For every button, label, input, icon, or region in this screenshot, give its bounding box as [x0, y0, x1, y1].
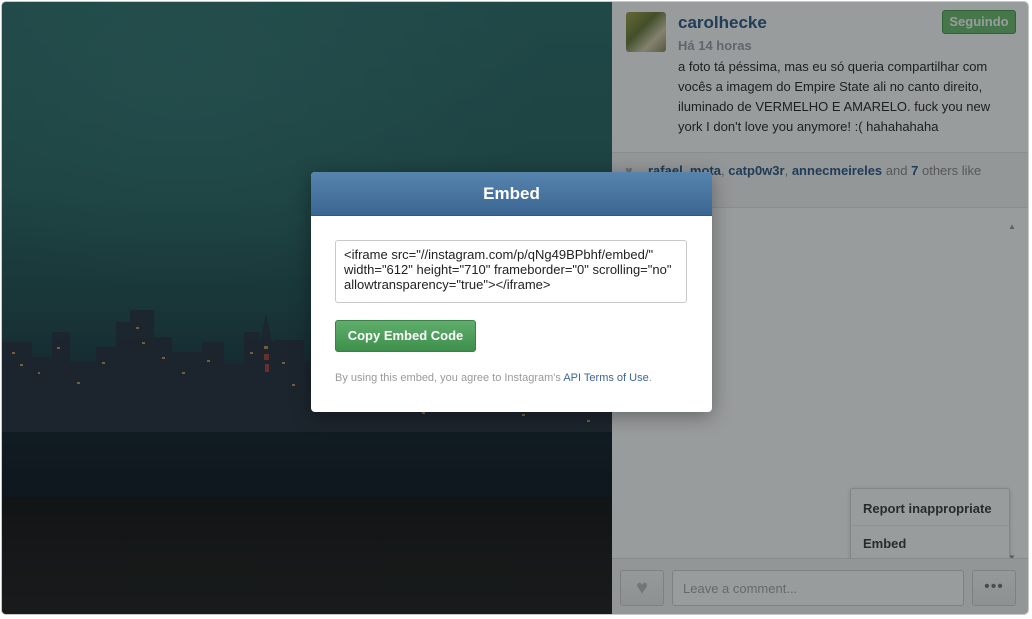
- embed-dialog: Embed Copy Embed Code By using this embe…: [311, 172, 712, 412]
- terms-suffix: .: [648, 372, 652, 384]
- terms-prefix: By using this embed, you agree to Instag…: [335, 372, 561, 384]
- photo-viewer-window: carolhecke Há 14 horas Seguindo a foto t…: [2, 2, 1028, 614]
- copy-embed-code-button[interactable]: Copy Embed Code: [335, 320, 476, 352]
- embed-code-field[interactable]: [335, 240, 687, 303]
- terms-notice: By using this embed, you agree to Instag…: [335, 372, 652, 384]
- api-terms-link[interactable]: API Terms of Use: [563, 372, 648, 384]
- dialog-title: Embed: [311, 172, 712, 216]
